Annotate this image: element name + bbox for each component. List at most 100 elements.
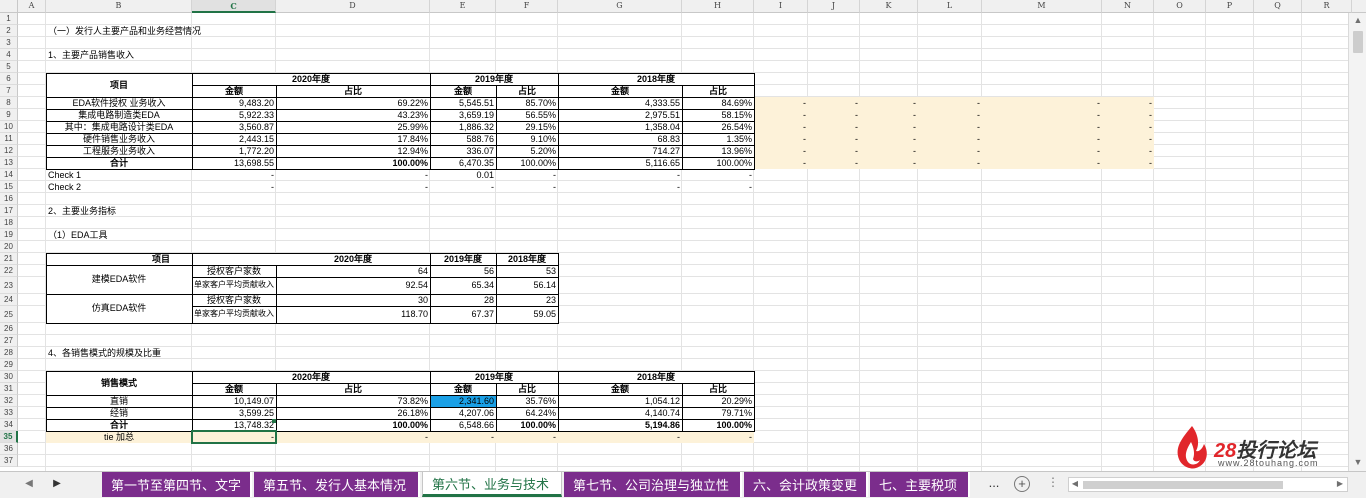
ratio-cell[interactable]: 100.00% xyxy=(276,419,430,431)
row-header-6[interactable]: 6 xyxy=(0,73,18,85)
dash-cell[interactable]: - xyxy=(982,133,1102,145)
metric-value[interactable]: 23 xyxy=(496,294,558,306)
dash-cell[interactable]: - xyxy=(918,145,982,157)
dash-cell[interactable]: - xyxy=(1102,145,1154,157)
dash-cell[interactable]: - xyxy=(754,145,808,157)
ratio-cell[interactable]: 26.18% xyxy=(276,407,430,419)
header-2020[interactable]: 2020年度 xyxy=(192,73,430,85)
row-header-29[interactable]: 29 xyxy=(0,359,18,371)
row-header-20[interactable]: 20 xyxy=(0,241,18,253)
header-sales-mode[interactable]: 销售模式 xyxy=(46,371,192,395)
amount-cell[interactable]: 2,341.60 xyxy=(430,395,496,407)
column-header-h[interactable]: H xyxy=(682,0,754,13)
row-header-27[interactable]: 27 xyxy=(0,335,18,347)
amount-cell[interactable]: 1,886.32 xyxy=(430,121,496,133)
row-header-9[interactable]: 9 xyxy=(0,109,18,121)
amount-cell[interactable]: 3,599.25 xyxy=(192,407,276,419)
dash-cell[interactable]: - xyxy=(754,157,808,169)
check-label[interactable]: Check 1 xyxy=(46,169,192,181)
check-cell[interactable]: - xyxy=(496,181,558,193)
row-label[interactable]: EDA软件授权 业务收入 xyxy=(46,97,192,109)
amount-cell[interactable]: 3,560.87 xyxy=(192,121,276,133)
dash-cell[interactable]: - xyxy=(918,97,982,109)
metric-label[interactable]: 授权客户家数 xyxy=(192,294,276,306)
row-header-16[interactable]: 16 xyxy=(0,193,18,205)
sheet-tab-2[interactable]: 第五节、发行人基本情况 xyxy=(254,472,420,497)
row-header-4[interactable]: 4 xyxy=(0,49,18,61)
dash-cell[interactable]: - xyxy=(860,121,918,133)
amount-cell[interactable]: 5,922.33 xyxy=(192,109,276,121)
column-header-i[interactable]: I xyxy=(754,0,808,13)
check-cell[interactable]: 0.01 xyxy=(430,169,496,181)
ratio-cell[interactable]: 100.00% xyxy=(682,419,754,431)
dash-cell[interactable]: - xyxy=(860,109,918,121)
amount-cell[interactable]: 4,140.74 xyxy=(558,407,682,419)
dash-cell[interactable]: - xyxy=(860,145,918,157)
dash-cell[interactable]: - xyxy=(1102,97,1154,109)
row-header-14[interactable]: 14 xyxy=(0,169,18,181)
row-header-22[interactable]: 22 xyxy=(0,265,18,277)
prev-sheet-icon[interactable]: ◀ xyxy=(22,478,36,489)
row-header-33[interactable]: 33 xyxy=(0,407,18,419)
row-header-12[interactable]: 12 xyxy=(0,145,18,157)
metric-value[interactable]: 30 xyxy=(276,294,430,306)
horizontal-scroll-thumb[interactable] xyxy=(1083,481,1283,489)
dash-cell[interactable]: - xyxy=(1102,157,1154,169)
sheet-tab-1[interactable]: 第一节至第四节、文字 xyxy=(102,472,252,497)
row-label[interactable]: 经销 xyxy=(46,407,192,419)
amount-cell[interactable]: 13,698.55 xyxy=(192,157,276,169)
row-header-13[interactable]: 13 xyxy=(0,157,18,169)
tie-cell[interactable]: - xyxy=(430,431,496,443)
dash-cell[interactable]: - xyxy=(982,157,1102,169)
header-ratio[interactable]: 占比 xyxy=(496,383,558,395)
column-header-e[interactable]: E xyxy=(430,0,496,13)
row-label[interactable]: 集成电路制造类EDA xyxy=(46,109,192,121)
subsection-title[interactable]: 4、各销售模式的规模及比重 xyxy=(46,347,430,359)
row-header-3[interactable]: 3 xyxy=(0,37,18,49)
metric-value[interactable]: 53 xyxy=(496,265,558,277)
dash-cell[interactable]: - xyxy=(918,121,982,133)
ratio-cell[interactable]: 69.22% xyxy=(276,97,430,109)
dash-cell[interactable]: - xyxy=(754,109,808,121)
column-header-s[interactable]: S xyxy=(1352,0,1366,13)
header-amount[interactable]: 金额 xyxy=(430,85,496,97)
dash-cell[interactable]: - xyxy=(860,157,918,169)
subsection-title[interactable]: 1、主要产品销售收入 xyxy=(46,49,276,61)
dash-cell[interactable]: - xyxy=(808,145,860,157)
scroll-up-icon[interactable]: ▲ xyxy=(1349,15,1366,25)
row-label[interactable]: 直销 xyxy=(46,395,192,407)
ratio-cell[interactable]: 1.35% xyxy=(682,133,754,145)
dash-cell[interactable]: - xyxy=(1102,121,1154,133)
column-header-q[interactable]: Q xyxy=(1254,0,1302,13)
more-tabs-button[interactable]: ... xyxy=(984,475,1004,490)
ratio-cell[interactable]: 29.15% xyxy=(496,121,558,133)
amount-cell[interactable]: 6,548.66 xyxy=(430,419,496,431)
row-header-7[interactable]: 7 xyxy=(0,85,18,97)
dash-cell[interactable]: - xyxy=(808,157,860,169)
dash-cell[interactable]: - xyxy=(918,109,982,121)
amount-cell[interactable]: 5,116.65 xyxy=(558,157,682,169)
metric-value[interactable]: 56 xyxy=(430,265,496,277)
amount-cell[interactable]: 588.76 xyxy=(430,133,496,145)
row-header-31[interactable]: 31 xyxy=(0,383,18,395)
amount-cell[interactable]: 6,470.35 xyxy=(430,157,496,169)
amount-cell[interactable]: 1,054.12 xyxy=(558,395,682,407)
row-header-32[interactable]: 32 xyxy=(0,395,18,407)
row-label[interactable]: 合计 xyxy=(46,419,192,431)
column-header-g[interactable]: G xyxy=(558,0,682,13)
amount-cell[interactable]: 4,207.06 xyxy=(430,407,496,419)
row-label[interactable]: 其中：集成电路设计类EDA xyxy=(46,121,192,133)
column-header-a[interactable]: A xyxy=(18,0,46,13)
dash-cell[interactable]: - xyxy=(808,121,860,133)
column-header-b[interactable]: B xyxy=(46,0,192,13)
add-sheet-button[interactable]: + xyxy=(1014,476,1030,492)
ratio-cell[interactable]: 43.23% xyxy=(276,109,430,121)
row-header-26[interactable]: 26 xyxy=(0,323,18,335)
check-cell[interactable]: - xyxy=(192,181,276,193)
header-amount[interactable]: 金额 xyxy=(192,85,276,97)
dash-cell[interactable]: - xyxy=(918,133,982,145)
check-cell[interactable]: - xyxy=(496,169,558,181)
column-header-m[interactable]: M xyxy=(982,0,1102,13)
tie-cell[interactable]: - xyxy=(682,431,754,443)
sheet-tab-4[interactable]: 第七节、公司治理与独立性 xyxy=(564,472,742,497)
